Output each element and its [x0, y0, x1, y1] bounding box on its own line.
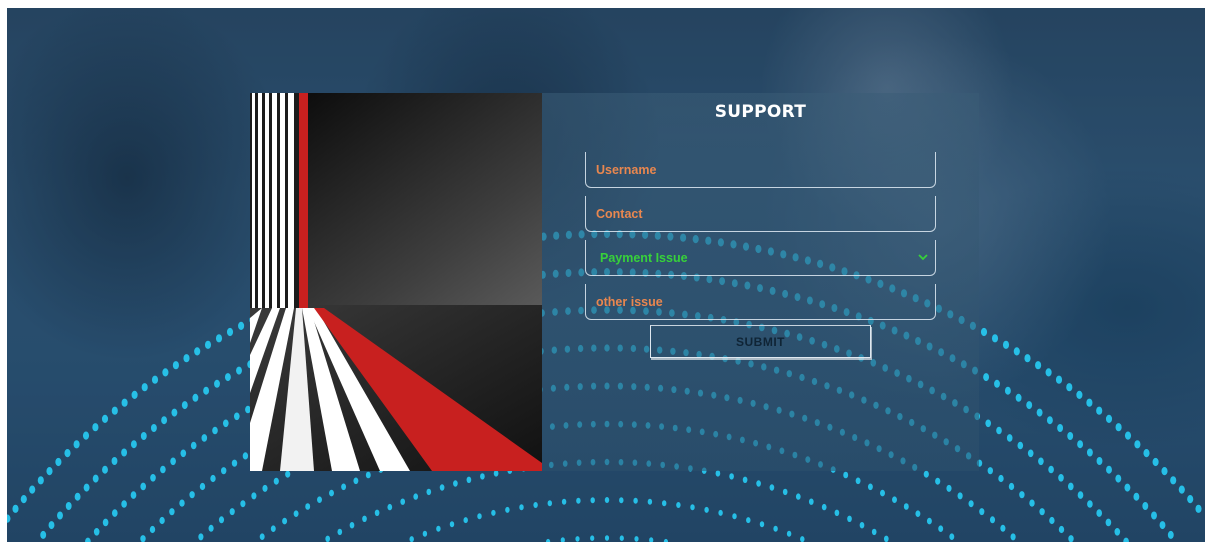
- page-viewport: SUPPORT Payment Issue SUBMIT: [7, 8, 1205, 542]
- issue-select-value: Payment Issue: [600, 251, 688, 265]
- contact-field: [585, 196, 936, 232]
- issue-select[interactable]: Payment Issue: [585, 240, 936, 276]
- form-title: SUPPORT: [714, 102, 807, 122]
- chevron-down-icon: [918, 254, 928, 261]
- decorative-stripes-image: [250, 93, 542, 471]
- support-form: SUPPORT Payment Issue SUBMIT: [542, 93, 979, 471]
- support-card: SUPPORT Payment Issue SUBMIT: [250, 93, 979, 471]
- username-input[interactable]: [586, 152, 935, 187]
- contact-input[interactable]: [586, 196, 935, 231]
- username-field: [585, 152, 936, 188]
- other-issue-field: [585, 284, 936, 320]
- submit-button[interactable]: SUBMIT: [650, 325, 871, 358]
- other-issue-input[interactable]: [586, 284, 935, 319]
